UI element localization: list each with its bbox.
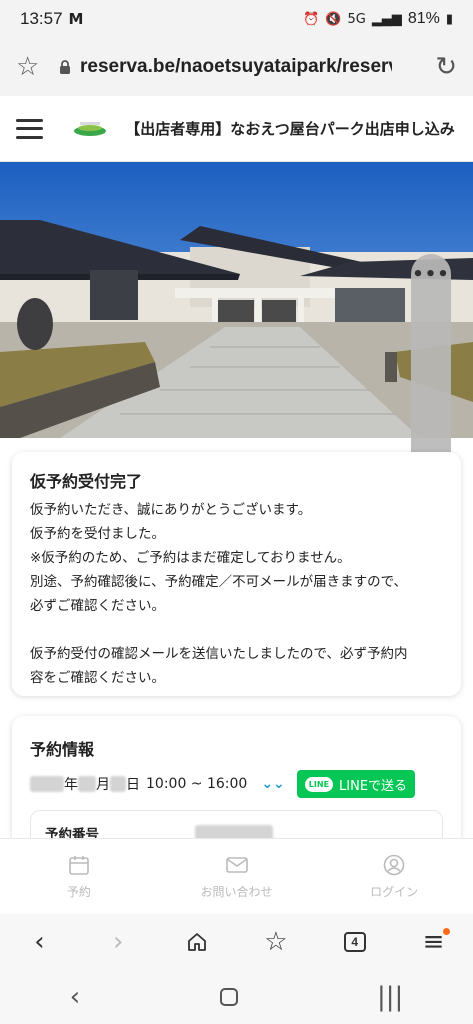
confirmation-line: 別途、予約確認後に、予約確定／不可メールが届きますので、 xyxy=(30,574,408,590)
reservation-date: 年 月 日 10:00 ~ 16:00 ⌄⌄ LINE LINEで送る xyxy=(30,770,443,798)
battery-icon: ▮ xyxy=(445,11,453,27)
signal-icon: ▂▄▆ xyxy=(371,11,402,27)
page-title: 【出店者専用】なおえつ屋台パーク出店申し込み xyxy=(125,119,455,138)
hamburger-menu-icon[interactable] xyxy=(16,118,43,139)
status-bar: 13:57 M ⏰ 🔇 5G ▂▄▆ 81% ▮ xyxy=(0,0,473,38)
site-logo[interactable] xyxy=(69,114,111,144)
forward-icon[interactable]: › xyxy=(98,922,138,962)
menu-icon[interactable]: ≡ xyxy=(414,922,454,962)
year-unit: 年 xyxy=(64,777,78,793)
line-logo-icon: LINE xyxy=(304,776,334,792)
status-icons: ⏰ 🔇 5G ▂▄▆ 81% ▮ xyxy=(303,10,453,28)
notification-dot xyxy=(442,928,450,935)
system-home-icon[interactable] xyxy=(219,988,238,1006)
blurred-year xyxy=(30,776,64,792)
confirmation-title: 仮予約受付完了 xyxy=(30,472,143,491)
month-unit: 月 xyxy=(96,777,110,793)
mute-icon: 🔇 xyxy=(325,11,342,27)
reload-icon[interactable]: ↻ xyxy=(435,52,457,82)
bookmarks-icon[interactable]: ☆ xyxy=(256,922,296,962)
day-unit: 日 xyxy=(126,777,140,793)
mail-icon xyxy=(225,853,248,877)
confirmation-line: 仮予約いただき、誠にありがとうございます。 xyxy=(30,502,312,518)
browser-url-bar: ☆ reserva.be/naoetsuyataipark/reserv ↻ xyxy=(0,38,473,96)
user-icon xyxy=(383,853,405,877)
reservation-card: 予約情報 年 月 日 10:00 ~ 16:00 ⌄⌄ LINE LINEで送る… xyxy=(12,716,461,870)
hero-image xyxy=(0,162,473,438)
network-label: 5G xyxy=(347,11,366,27)
blurred-day xyxy=(110,776,126,792)
confirmation-line: 必ずご確認ください。 xyxy=(30,598,165,614)
system-back-icon[interactable]: ‹ xyxy=(70,982,80,1012)
reservation-title: 予約情報 xyxy=(30,740,95,759)
back-icon[interactable]: ‹ xyxy=(19,922,59,962)
alarm-icon: ⏰ xyxy=(303,11,320,27)
tabs-button[interactable]: 4 xyxy=(335,922,375,962)
status-time: 13:57 xyxy=(20,9,63,28)
browser-toolbar: ‹ › ☆ 4 ≡ xyxy=(0,914,473,970)
confirmation-line: ※仮予約のため、ご予約はまだ確定しておりません。 xyxy=(30,550,351,566)
calendar-icon xyxy=(68,853,90,877)
site-header: 【出店者専用】なおえつ屋台パーク出店申し込み xyxy=(0,96,473,162)
battery-level: 81% xyxy=(407,10,440,27)
nav-label: 予約 xyxy=(66,885,91,899)
confirmation-line: 容をご確認ください。 xyxy=(30,670,165,686)
blurred-month xyxy=(78,776,96,792)
site-bottom-nav: 予約 お問い合わせ ログイン xyxy=(0,838,473,914)
tabs-count: 4 xyxy=(343,932,366,952)
nav-item-contact[interactable]: お問い合わせ xyxy=(158,839,316,914)
system-recents-icon[interactable]: ||| xyxy=(377,982,403,1012)
lock-icon[interactable] xyxy=(50,59,80,75)
line-share-label: LINEで送る xyxy=(339,778,408,794)
confirmation-card: 仮予約受付完了 仮予約いただき、誠にありがとうございます。 仮予約を受付ました。… xyxy=(12,452,461,696)
system-nav-bar: ‹ ||| xyxy=(0,970,473,1024)
address-field[interactable]: reserva.be/naoetsuyataipark/reserv xyxy=(80,56,392,78)
nav-label: お問い合わせ xyxy=(200,885,273,899)
line-share-button[interactable]: LINE LINEで送る xyxy=(296,770,416,798)
nav-label: ログイン xyxy=(370,885,419,899)
expand-chevron-icon[interactable]: ⌄⌄ xyxy=(261,776,284,792)
confirmation-line: 仮予約を受付ました。 xyxy=(30,526,165,542)
confirmation-line: 仮予約受付の確認メールを送信いたしましたので、必ず予約内 xyxy=(30,646,408,662)
home-icon[interactable] xyxy=(177,922,217,962)
nav-item-login[interactable]: ログイン xyxy=(315,839,473,914)
bookmark-star-icon[interactable]: ☆ xyxy=(16,52,50,82)
nav-item-reserve[interactable]: 予約 xyxy=(0,839,158,914)
time-range: 10:00 ~ 16:00 xyxy=(146,776,248,792)
more-options-icon[interactable]: ••• xyxy=(411,264,451,285)
gmail-icon: M xyxy=(68,10,84,28)
